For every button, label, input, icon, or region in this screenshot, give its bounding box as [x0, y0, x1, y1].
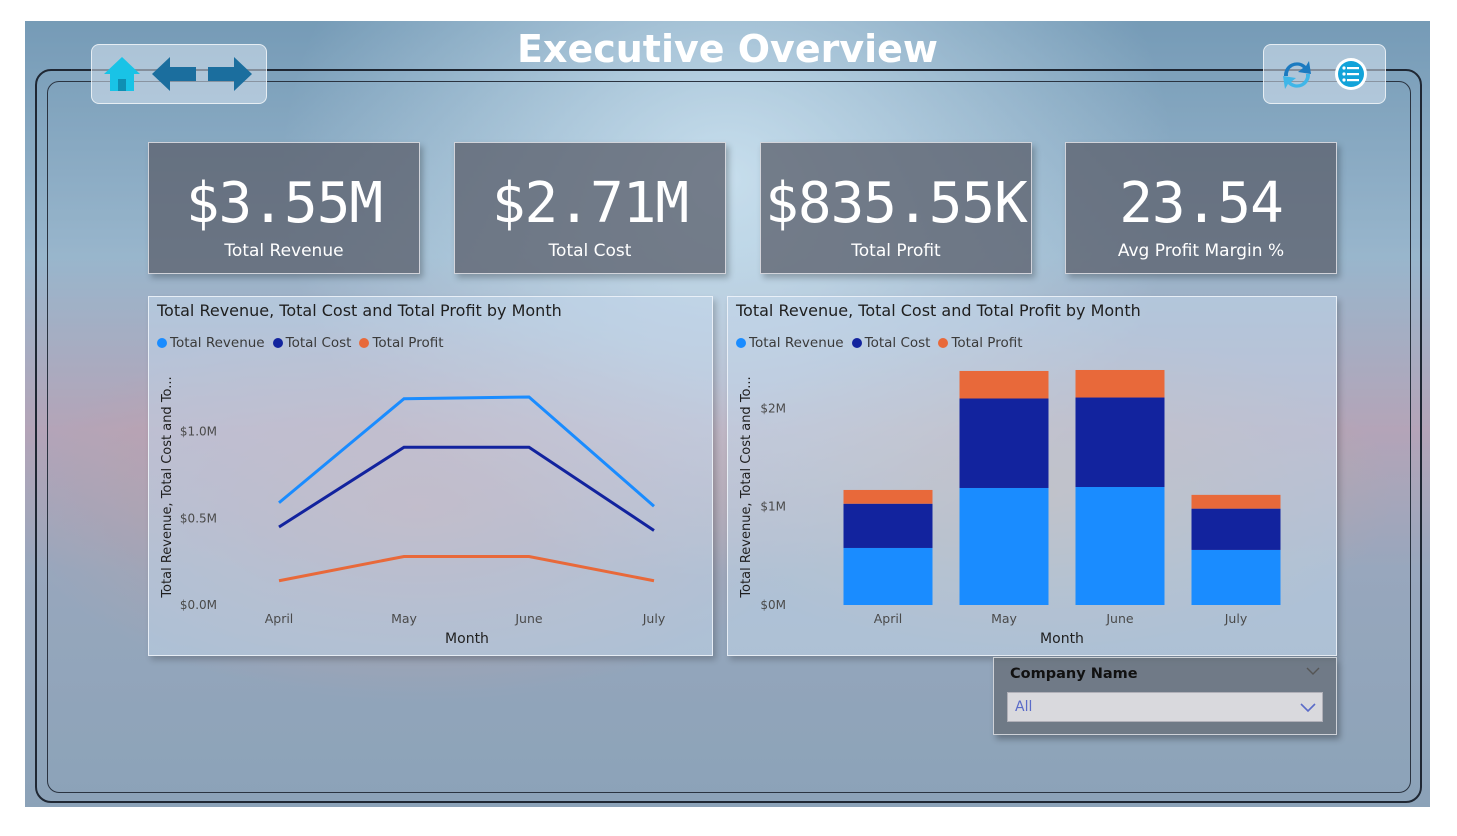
slicer-title: Company Name: [1010, 666, 1138, 682]
kpi-card-avg-profit-margin: 23.54 Avg Profit Margin %: [1065, 142, 1337, 274]
bar-segment-total-revenue: [1191, 549, 1281, 605]
home-icon[interactable]: [102, 54, 142, 94]
series-line-total-profit: [278, 554, 655, 583]
line-chart: $0.0M $0.5M $1.0M April May June July Month Tota…: [160, 376, 666, 647]
x-tick-label: May: [391, 611, 417, 626]
company-name-slicer: Company Name All: [993, 657, 1337, 735]
y-tick-label: $0.5M: [180, 511, 217, 525]
y-tick-label: $2M: [760, 401, 786, 415]
y-tick-label: $0M: [760, 598, 786, 612]
kpi-card-total-revenue: $3.55M Total Revenue: [148, 142, 420, 274]
x-tick-label: June: [1105, 611, 1134, 626]
x-tick-label: June: [514, 611, 543, 626]
x-tick-label: July: [1224, 611, 1248, 626]
x-tick-label: April: [265, 611, 294, 626]
y-axis-label: Total Revenue, Total Cost and To...: [739, 376, 754, 598]
navigation-bar: [91, 44, 267, 104]
kpi-value: $3.55M: [185, 171, 383, 236]
kpi-value: $2.71M: [491, 171, 689, 236]
utility-bar: [1263, 44, 1386, 104]
x-tick-label: April: [874, 611, 903, 626]
kpi-label: Total Profit: [851, 241, 941, 261]
y-tick-label: $0.0M: [180, 598, 217, 612]
y-tick-label: $1.0M: [180, 425, 217, 439]
bar-segment-total-cost: [1191, 508, 1281, 550]
line-chart-panel[interactable]: Total Revenue, Total Cost and Total Prof…: [148, 296, 713, 656]
chevron-down-icon[interactable]: [1306, 666, 1320, 676]
bar-chart-panel[interactable]: Total Revenue, Total Cost and Total Prof…: [727, 296, 1337, 656]
bar-segment-total-profit: [1191, 494, 1281, 509]
bar-segment-total-profit: [843, 489, 933, 504]
y-axis-label: Total Revenue, Total Cost and To...: [160, 376, 175, 598]
bar-segment-total-cost: [843, 503, 933, 548]
bar-segment-total-profit: [959, 370, 1049, 399]
bar-segment-total-revenue: [1075, 487, 1165, 605]
bar-segment-total-revenue: [959, 487, 1049, 605]
kpi-label: Total Cost: [548, 241, 632, 261]
kpi-value: 23.54: [1119, 171, 1284, 236]
series-line-total-cost: [278, 445, 655, 532]
bar-segment-total-revenue: [843, 547, 933, 605]
arrow-left-icon[interactable]: [152, 57, 196, 91]
arrow-right-icon[interactable]: [208, 57, 252, 91]
kpi-label: Avg Profit Margin %: [1117, 241, 1285, 261]
kpi-card-total-profit: $835.55K Total Profit: [760, 142, 1032, 274]
kpi-label: Total Revenue: [224, 241, 344, 261]
slicer-selected-value: All: [1015, 699, 1033, 715]
x-tick-label: May: [991, 611, 1017, 626]
y-tick-label: $1M: [760, 500, 786, 514]
list-menu-icon[interactable]: [1334, 57, 1368, 91]
bar-chart: $0M $1M $2M April May June July Month Total Reve…: [739, 369, 1281, 647]
report-canvas: Executive Overview $3.55M Total Revenue: [25, 21, 1430, 807]
refresh-icon[interactable]: [1278, 56, 1316, 94]
bar-segment-total-cost: [959, 398, 1049, 488]
x-tick-label: July: [642, 611, 666, 626]
slicer-dropdown[interactable]: All: [1007, 692, 1323, 722]
chevron-down-icon: [1300, 703, 1316, 713]
kpi-value: $835.55K: [765, 171, 1028, 236]
x-axis-label: Month: [445, 631, 489, 647]
bar-segment-total-profit: [1075, 369, 1165, 398]
kpi-card-total-cost: $2.71M Total Cost: [454, 142, 726, 274]
bar-segment-total-cost: [1075, 397, 1165, 487]
x-axis-label: Month: [1040, 631, 1084, 647]
